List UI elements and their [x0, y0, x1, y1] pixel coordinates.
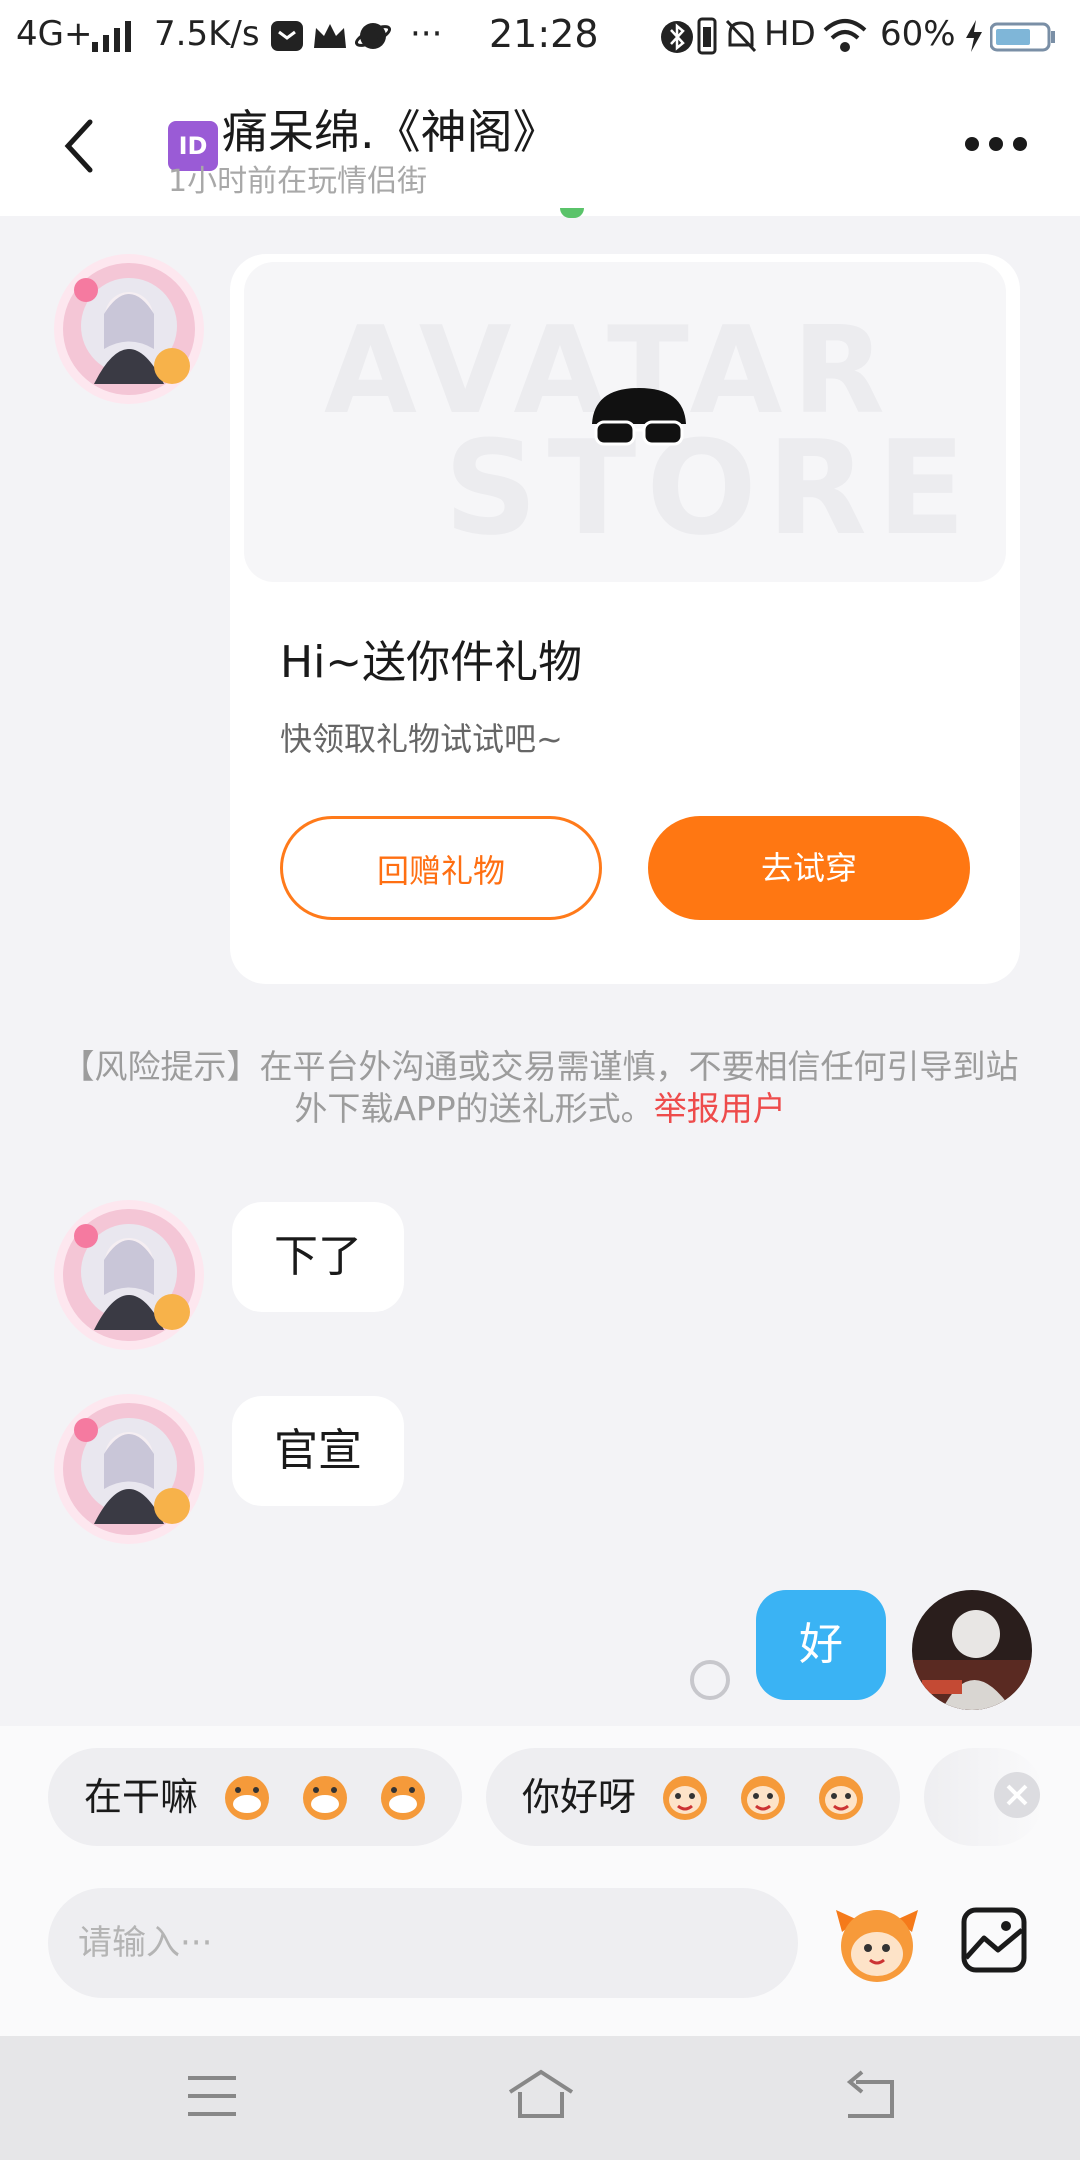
- smile-emoji-icon: [663, 1776, 708, 1820]
- gift-title: Hi~送你件礼物: [280, 637, 583, 688]
- banner-watermark-store: STORE: [444, 412, 976, 564]
- vibrate-icon: [697, 17, 717, 55]
- home-icon[interactable]: [506, 2068, 576, 2122]
- wifi-icon: [823, 19, 867, 52]
- my-avatar[interactable]: [912, 1590, 1032, 1710]
- bluetooth-icon: [661, 21, 693, 53]
- avatar[interactable]: [54, 1200, 204, 1350]
- message-bubble[interactable]: 下了: [232, 1202, 404, 1312]
- grin-emoji-icon: [303, 1776, 348, 1820]
- planet-icon: [355, 23, 391, 49]
- crown-icon: [314, 24, 346, 48]
- quick-reply-chip[interactable]: 你好呀: [486, 1748, 900, 1846]
- quick-reply-label: 你好呀: [522, 1775, 637, 1819]
- network-type: 4G+: [16, 14, 93, 54]
- grin-emoji-icon: [381, 1776, 426, 1820]
- gift-subtitle: 快领取礼物试试吧~: [280, 720, 563, 758]
- more-dots-icon[interactable]: [964, 134, 1028, 154]
- gift-card[interactable]: AVATAR STORE Hi~送你件礼物 快领取礼物试试吧~ 回赠礼物 去试穿: [230, 254, 1020, 984]
- return-gift-button[interactable]: 回赠礼物: [280, 816, 602, 920]
- try-on-button[interactable]: 去试穿: [648, 816, 970, 920]
- emoji-picker-icon[interactable]: [832, 1902, 922, 1984]
- battery-icon: [990, 22, 1055, 52]
- composer-area: 在干嘛 你好呀 请输入···: [0, 1726, 1080, 2036]
- more-notifications-icon: ···: [410, 14, 443, 54]
- back-nav-icon[interactable]: [842, 2070, 896, 2120]
- chevron-left-icon[interactable]: [60, 118, 100, 174]
- charging-icon: [966, 20, 982, 52]
- report-user-link[interactable]: 举报用户: [654, 1089, 786, 1128]
- menu-icon[interactable]: [186, 2074, 238, 2118]
- risk-notice: 【风险提示】在平台外沟通或交易需谨慎，不要相信任何引导到站外下载APP的送礼形式…: [60, 1046, 1020, 1130]
- avatar[interactable]: [54, 1394, 204, 1544]
- scroll-indicator: [560, 208, 584, 218]
- message-bubble[interactable]: 官宣: [232, 1396, 404, 1506]
- message-icon: [271, 21, 303, 51]
- status-bar: 4G+ 7.5K/s ··· 21:28 HD 60%: [0, 0, 1080, 72]
- quick-reply-label: 在干嘛: [84, 1775, 199, 1819]
- network-speed: 7.5K/s: [154, 14, 260, 54]
- sunglasses-hat-icon: [592, 388, 686, 446]
- close-quick-replies-icon[interactable]: [992, 1770, 1042, 1820]
- quick-reply-chip[interactable]: 在干嘛: [48, 1748, 462, 1846]
- image-picker-icon[interactable]: [960, 1906, 1028, 1974]
- grin-emoji-icon: [225, 1776, 270, 1820]
- battery-percent: 60%: [880, 14, 956, 54]
- chat-header: ID 痛呆绵.《神阁》 1小时前在玩情侣街: [0, 72, 1080, 216]
- avatar[interactable]: [54, 254, 204, 404]
- clock: 21:28: [489, 12, 599, 56]
- gift-banner: AVATAR STORE: [244, 262, 1006, 582]
- my-message-bubble[interactable]: 好: [756, 1590, 886, 1700]
- smile-emoji-icon: [741, 1776, 786, 1820]
- risk-notice-text: 【风险提示】在平台外沟通或交易需谨慎，不要相信任何引导到站外下载APP的送礼形式…: [61, 1047, 1019, 1128]
- hd-indicator: HD: [764, 14, 816, 54]
- signal-icon: [92, 21, 131, 52]
- sending-status-icon: [690, 1660, 730, 1700]
- message-input[interactable]: 请输入···: [48, 1888, 798, 1998]
- system-nav-bar: [0, 2036, 1080, 2160]
- contact-status: 1小时前在玩情侣街: [168, 164, 428, 199]
- mute-bell-icon: [725, 19, 757, 53]
- contact-name: 痛呆绵.《神阁》: [222, 105, 559, 159]
- smile-emoji-icon: [819, 1776, 864, 1820]
